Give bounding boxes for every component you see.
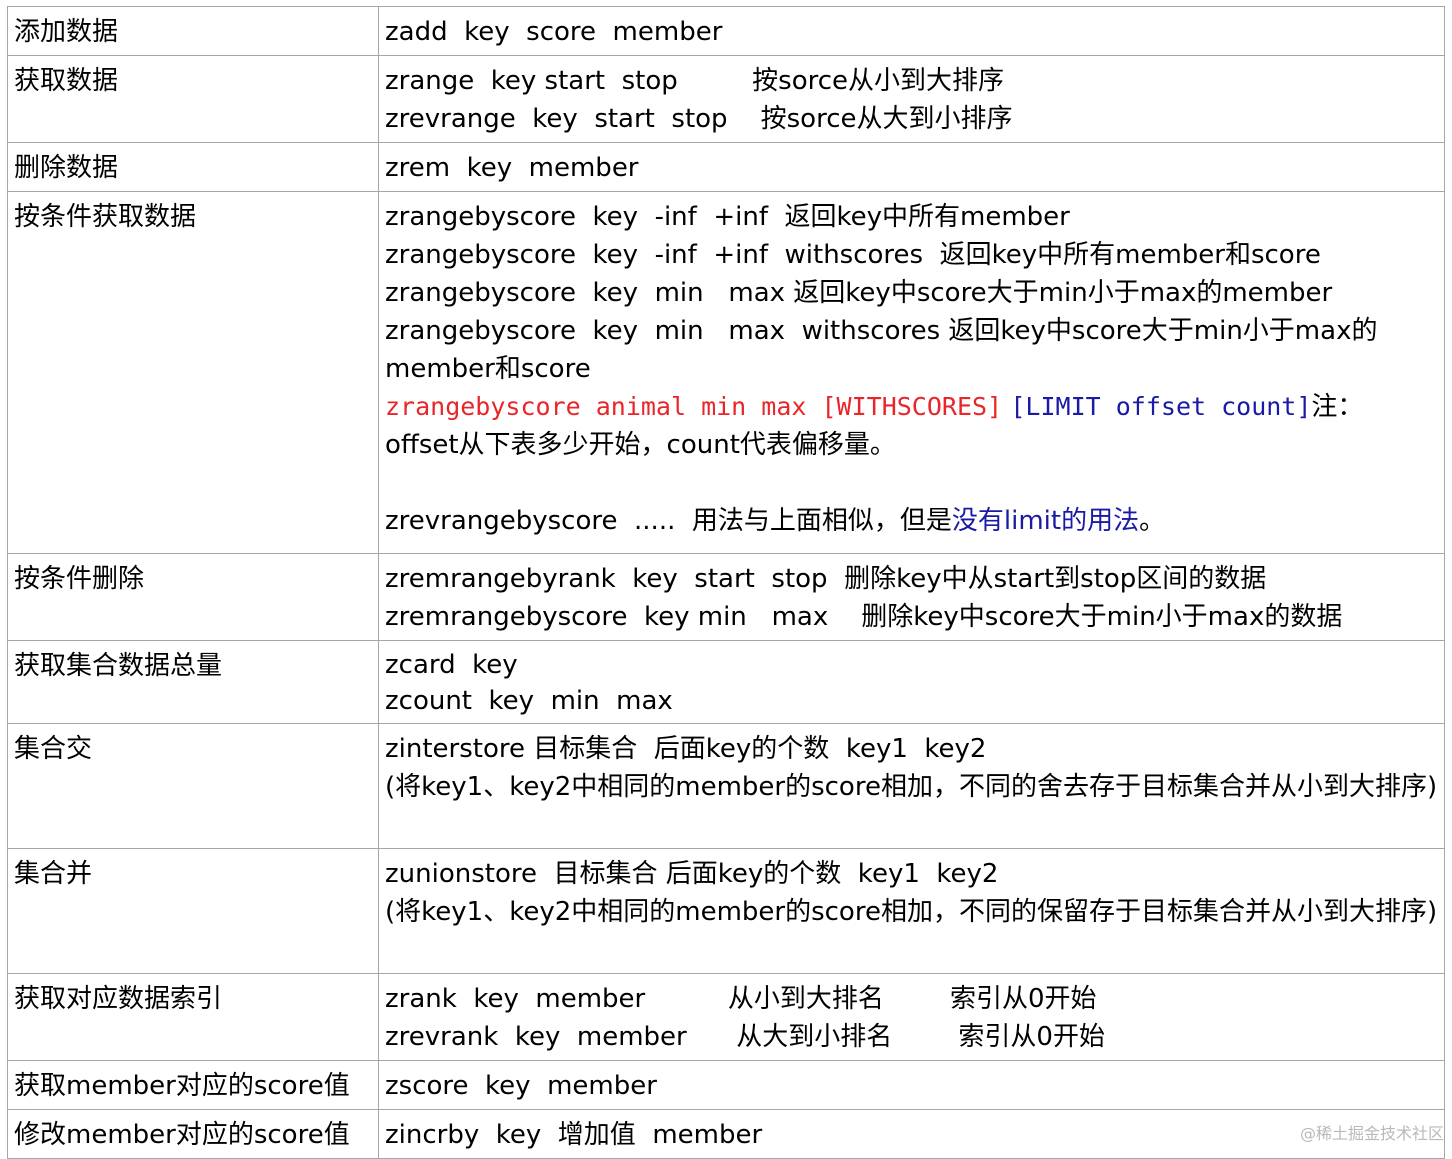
command-line: zrevrangebyscore ..... 用法与上面相似，但是没有limit…	[385, 502, 1438, 540]
command-line: zrangebyscore key -inf +inf withscores 返…	[385, 240, 1321, 270]
watermark: @稀土掘金技术社区	[1299, 1124, 1444, 1143]
command-line: zinterstore 目标集合 后面key的个数 key1 key2	[385, 734, 987, 764]
command-line: zrevrank key member 从大到小排名 索引从0开始	[385, 1022, 1105, 1052]
command-line: zscore key member	[385, 1071, 657, 1101]
command-note: (将key1、key2中相同的member的score相加，不同的舍去存于目标集…	[385, 772, 1438, 802]
command-line: zunionstore 目标集合 后面key的个数 key1 key2	[385, 859, 999, 889]
row-label: 按条件删除	[7, 553, 379, 641]
command-line: zrevrange key start stop 按sorce从大到小排序	[385, 104, 1013, 134]
command-line: zrem key member	[385, 153, 639, 183]
command-line: zremrangebyrank key start stop 删除key中从st…	[385, 564, 1267, 594]
row-commands: zrange key start stop 按sorce从小到大排序 zrevr…	[378, 55, 1445, 143]
table-row: 集合交 zinterstore 目标集合 后面key的个数 key1 key2 …	[7, 723, 1445, 849]
table-row: 删除数据 zrem key member	[7, 142, 1445, 192]
command-line: offset从下表多少开始，count代表偏移量。	[385, 430, 896, 460]
rev-text-suffix: 。	[1139, 506, 1166, 536]
table-row: 按条件删除 zremrangebyrank key start stop 删除k…	[7, 553, 1445, 641]
row-commands: zrank key member 从小到大排名 索引从0开始 zrevrank …	[378, 973, 1445, 1061]
row-commands: zrangebyscore key -inf +inf 返回key中所有memb…	[378, 191, 1445, 554]
row-label: 获取集合数据总量	[7, 640, 379, 724]
command-line: member和score	[385, 354, 591, 384]
note-label: 注：	[1311, 392, 1364, 422]
limit-syntax-red: zrangebyscore animal min max [WITHSCORES…	[385, 392, 1003, 421]
row-commands: zcard key zcount key min max	[378, 640, 1445, 724]
command-line: zcard key	[385, 650, 518, 680]
row-label: 修改member对应的score值	[7, 1109, 379, 1159]
command-table: 添加数据 zadd key score member 获取数据 zrange k…	[7, 6, 1445, 1159]
table-row: 按条件获取数据 zrangebyscore key -inf +inf 返回ke…	[7, 191, 1445, 554]
rev-text-blue: 没有limit的用法	[951, 506, 1140, 536]
rev-text: zrevrangebyscore ..... 用法与上面相似，但是	[385, 506, 952, 536]
row-commands: zincrby key 增加值 member	[378, 1109, 1445, 1159]
row-label: 按条件获取数据	[7, 191, 379, 554]
row-commands: zremrangebyrank key start stop 删除key中从st…	[378, 553, 1445, 641]
command-line: zrangebyscore key min max 返回key中score大于m…	[385, 278, 1333, 308]
row-label: 获取对应数据索引	[7, 973, 379, 1061]
row-label: 添加数据	[7, 6, 379, 56]
table-row: 获取member对应的score值 zscore key member	[7, 1060, 1445, 1110]
row-commands: zunionstore 目标集合 后面key的个数 key1 key2 (将ke…	[378, 848, 1445, 974]
table-row: 获取数据 zrange key start stop 按sorce从小到大排序 …	[7, 55, 1445, 143]
command-line: zremrangebyscore key min max 删除key中score…	[385, 602, 1343, 632]
command-line: zrangebyscore key -inf +inf 返回key中所有memb…	[385, 202, 1070, 232]
row-commands: zadd key score member	[378, 6, 1445, 56]
table-row: 集合并 zunionstore 目标集合 后面key的个数 key1 key2 …	[7, 848, 1445, 974]
table-row: 获取集合数据总量 zcard key zcount key min max	[7, 640, 1445, 724]
row-label: 集合交	[7, 723, 379, 849]
command-line: zadd key score member	[385, 17, 723, 47]
table-row: 添加数据 zadd key score member	[7, 6, 1445, 56]
command-line: zcount key min max	[385, 686, 673, 716]
row-label: 获取member对应的score值	[7, 1060, 379, 1110]
command-line: zrangebyscore key min max withscores 返回k…	[385, 316, 1378, 346]
command-note: (将key1、key2中相同的member的score相加，不同的保留存于目标集…	[385, 897, 1438, 927]
command-line: zrank key member 从小到大排名 索引从0开始	[385, 984, 1097, 1014]
row-label: 集合并	[7, 848, 379, 974]
row-label: 获取数据	[7, 55, 379, 143]
row-commands: zscore key member	[378, 1060, 1445, 1110]
command-line: zincrby key 增加值 member	[385, 1120, 763, 1150]
row-label: 删除数据	[7, 142, 379, 192]
command-line: zrange key start stop 按sorce从小到大排序	[385, 66, 1005, 96]
row-commands: zinterstore 目标集合 后面key的个数 key1 key2 (将ke…	[378, 723, 1445, 849]
command-line: zrangebyscore animal min max [WITHSCORES…	[385, 388, 1438, 426]
table-row: 获取对应数据索引 zrank key member 从小到大排名 索引从0开始 …	[7, 973, 1445, 1061]
row-commands: zrem key member	[378, 142, 1445, 192]
table-row: 修改member对应的score值 zincrby key 增加值 member	[7, 1109, 1445, 1159]
limit-syntax-blue: [LIMIT offset count]	[1010, 392, 1312, 421]
